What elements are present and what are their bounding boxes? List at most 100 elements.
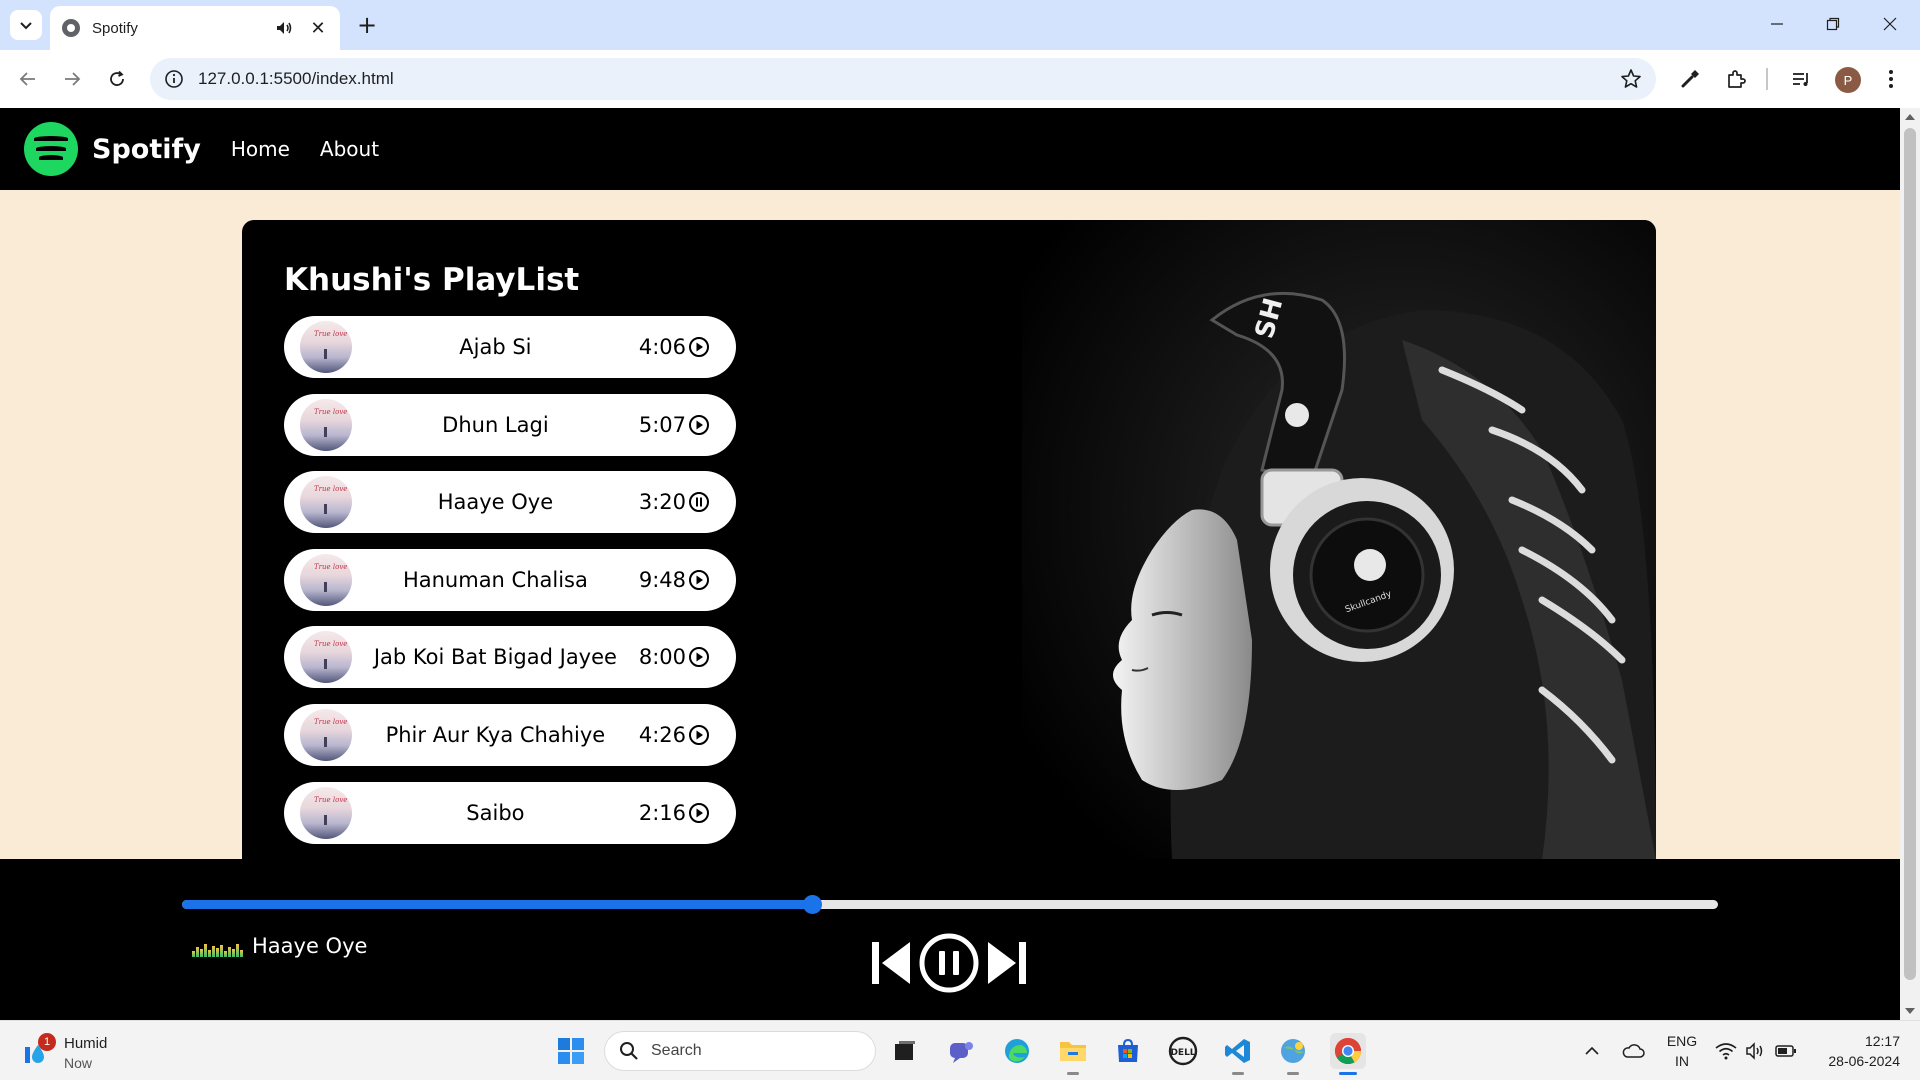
pause-circle-icon xyxy=(919,933,979,993)
song-name: Dhun Lagi xyxy=(442,412,549,437)
song-duration: 9:48 xyxy=(638,567,686,592)
toolbar-divider xyxy=(1766,68,1768,90)
nav-link-about[interactable]: About xyxy=(320,137,379,161)
battery-tray[interactable] xyxy=(1774,1039,1798,1063)
task-view-button[interactable] xyxy=(887,1033,923,1069)
song-item[interactable]: True love Hanuman Chalisa 9:48 xyxy=(284,548,736,611)
bookmark-star-icon[interactable] xyxy=(1620,68,1642,90)
windows-taskbar: 1 Humid Now Search DELL ENG IN 12:17 28-… xyxy=(0,1020,1920,1080)
onedrive-tray[interactable] xyxy=(1619,1039,1647,1063)
song-item[interactable]: True love Dhun Lagi 5:07 xyxy=(284,393,736,456)
play-circle-icon[interactable] xyxy=(688,802,710,824)
previous-button[interactable] xyxy=(870,938,912,988)
dell-app[interactable]: DELL xyxy=(1165,1033,1201,1069)
play-circle-icon[interactable] xyxy=(688,569,710,591)
skip-previous-icon xyxy=(872,942,910,984)
page-scrollbar[interactable] xyxy=(1900,108,1920,1020)
clock-date: 28-06-2024 xyxy=(1828,1053,1900,1069)
media-control-button[interactable] xyxy=(1787,65,1815,93)
windows-start-icon[interactable] xyxy=(557,1037,585,1065)
browser-tab-spotify[interactable]: Spotify ✕ xyxy=(50,6,340,50)
extensions-button[interactable] xyxy=(1722,65,1750,93)
address-bar[interactable]: 127.0.0.1:5500/index.html xyxy=(150,58,1656,100)
close-icon xyxy=(1883,17,1897,31)
reload-icon xyxy=(110,70,124,86)
song-duration: 4:06 xyxy=(638,335,686,359)
song-duration: 5:07 xyxy=(638,412,686,437)
teams-icon xyxy=(950,1042,973,1063)
store-app[interactable] xyxy=(1110,1033,1146,1069)
seek-bar-handle[interactable] xyxy=(802,895,822,914)
skip-next-icon xyxy=(988,942,1026,984)
plus-icon: + xyxy=(356,11,378,39)
song-duration: 8:00 xyxy=(638,645,686,670)
pause-button[interactable] xyxy=(918,932,980,994)
brand-name[interactable]: Spotify xyxy=(92,134,201,165)
new-tab-button[interactable]: + xyxy=(352,10,382,40)
reload-button[interactable] xyxy=(101,63,133,95)
chevron-down-icon xyxy=(20,22,32,30)
song-item[interactable]: True love Jab Koi Bat Bigad Jayee 8:00 xyxy=(284,626,736,689)
play-circle-icon[interactable] xyxy=(688,336,710,358)
taskbar-search[interactable]: Search xyxy=(604,1031,876,1071)
song-name: Jab Koi Bat Bigad Jayee xyxy=(373,645,617,670)
profile-avatar[interactable]: P xyxy=(1835,67,1861,93)
page-viewport: Spotify Home About Khushi's PlayList Tru… xyxy=(0,108,1900,1020)
close-tab-icon[interactable]: ✕ xyxy=(308,18,328,39)
restore-icon xyxy=(1826,17,1840,31)
song-item[interactable]: True love Ajab Si 4:06 xyxy=(284,316,736,378)
weather-app[interactable] xyxy=(1275,1033,1311,1075)
play-circle-icon[interactable] xyxy=(688,414,710,436)
wifi-icon xyxy=(1715,1043,1737,1060)
show-hidden-icons[interactable] xyxy=(1582,1039,1602,1063)
system-clock[interactable]: 12:17 28-06-2024 xyxy=(1810,1031,1900,1071)
scroll-down-icon[interactable] xyxy=(1905,1008,1915,1014)
active-indicator xyxy=(1339,1072,1357,1075)
seek-bar[interactable] xyxy=(182,895,1718,914)
headphones-hero-image: SH Skullcandy xyxy=(1022,220,1656,860)
minimize-button[interactable] xyxy=(1757,8,1797,40)
pause-circle-icon[interactable] xyxy=(688,491,710,513)
play-circle-icon[interactable] xyxy=(688,646,710,668)
scroll-up-icon[interactable] xyxy=(1905,114,1915,120)
next-button[interactable] xyxy=(986,938,1028,988)
menu-button[interactable] xyxy=(1877,65,1905,93)
back-button[interactable] xyxy=(12,63,44,95)
volume-tray[interactable] xyxy=(1745,1039,1767,1063)
input-language[interactable]: ENG IN xyxy=(1664,1031,1700,1071)
song-item[interactable]: True love Saibo 2:16 xyxy=(284,781,736,844)
tab-search-button[interactable] xyxy=(10,10,42,40)
song-item[interactable]: True love Haaye Oye 3:20 xyxy=(284,471,736,534)
playlist-container: Khushi's PlayList True love Ajab Si 4:06 Tr… xyxy=(242,220,1656,860)
play-circle-icon[interactable] xyxy=(688,724,710,746)
chrome-app[interactable] xyxy=(1330,1033,1366,1075)
spotify-logo-icon xyxy=(24,122,78,176)
close-window-button[interactable] xyxy=(1870,8,1910,40)
browser-tabstrip: Spotify ✕ + xyxy=(0,0,1920,50)
scroll-thumb[interactable] xyxy=(1904,128,1916,980)
site-info-icon[interactable] xyxy=(164,69,184,89)
forward-button[interactable] xyxy=(56,63,88,95)
eyedropper-button[interactable] xyxy=(1676,65,1704,93)
vscode-app[interactable] xyxy=(1220,1033,1256,1075)
song-item[interactable]: True love Phir Aur Kya Chahiye 4:26 xyxy=(284,703,736,766)
wifi-tray[interactable] xyxy=(1715,1039,1737,1063)
edge-app[interactable] xyxy=(999,1033,1035,1069)
weather-title: Humid xyxy=(64,1035,108,1052)
restore-button[interactable] xyxy=(1813,8,1853,40)
song-cover-image: True love xyxy=(300,398,352,451)
globe-weather-icon xyxy=(1281,1039,1305,1063)
chevron-up-icon xyxy=(1585,1046,1599,1055)
teams-app[interactable] xyxy=(943,1033,979,1069)
running-indicator xyxy=(1067,1072,1079,1075)
weather-widget[interactable]: 1 Humid Now xyxy=(22,1033,132,1073)
weather-subtitle: Now xyxy=(64,1055,93,1071)
edge-icon xyxy=(1005,1039,1029,1063)
store-icon xyxy=(1118,1038,1138,1062)
running-indicator xyxy=(1287,1072,1299,1075)
url-text[interactable]: 127.0.0.1:5500/index.html xyxy=(198,69,394,89)
song-name: Saibo xyxy=(466,800,525,825)
speaker-icon[interactable] xyxy=(274,18,294,38)
file-explorer-app[interactable] xyxy=(1055,1033,1091,1075)
nav-link-home[interactable]: Home xyxy=(231,137,290,161)
